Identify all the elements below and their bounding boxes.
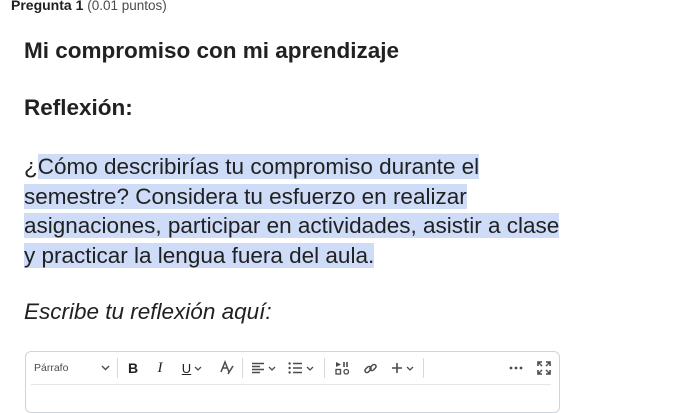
toolbar-separator <box>242 358 243 378</box>
toolbar-separator <box>423 358 424 378</box>
insert-link-button[interactable] <box>359 356 381 380</box>
italic-icon: I <box>157 359 163 376</box>
align-left-icon <box>251 362 264 374</box>
format-select-value: Párrafo <box>34 362 69 374</box>
answer-instruction: Escribe tu reflexión aquí: <box>24 299 272 324</box>
fullscreen-button[interactable] <box>533 356 555 380</box>
italic-button[interactable]: I <box>150 356 170 380</box>
chevron-down-icon <box>306 366 314 371</box>
underline-icon: U <box>181 360 192 376</box>
format-select[interactable]: Párrafo <box>30 356 114 380</box>
plus-icon <box>391 363 402 373</box>
question-subtitle: Reflexión: <box>24 95 133 120</box>
text-style-icon <box>220 360 234 375</box>
bold-button[interactable]: B <box>123 356 143 380</box>
align-button[interactable] <box>248 356 278 380</box>
prompt-lead: ¿ <box>24 154 38 179</box>
question-points: (0.01 puntos) <box>87 0 167 13</box>
insert-media-button[interactable] <box>331 356 353 380</box>
bullet-list-icon <box>288 362 302 374</box>
underline-button[interactable]: U <box>177 356 207 380</box>
chevron-down-icon <box>406 366 413 371</box>
text-style-button[interactable] <box>216 356 238 380</box>
rich-text-editor[interactable]: Párrafo B I U <box>25 351 560 413</box>
prompt-selected-text: Cómo describirías tu compromiso durante … <box>24 154 560 268</box>
question-title: Mi compromiso con mi aprendizaje <box>24 38 400 63</box>
more-options-button[interactable] <box>505 356 527 380</box>
list-button[interactable] <box>286 356 316 380</box>
question-prompt: ¿Cómo describirías tu compromiso durante… <box>24 152 564 270</box>
expand-icon <box>537 361 551 375</box>
media-insert-icon <box>334 362 349 375</box>
editor-content-divider <box>31 384 551 385</box>
chevron-down-icon <box>101 365 110 371</box>
chevron-down-icon <box>194 366 202 371</box>
more-horizontal-icon <box>509 366 523 370</box>
chevron-down-icon <box>268 366 275 371</box>
question-number: Pregunta 1 <box>11 0 84 13</box>
bold-icon: B <box>127 360 139 376</box>
link-icon <box>363 363 377 373</box>
toolbar-separator <box>324 358 325 378</box>
question-header: Pregunta 1 (0.01 puntos) <box>11 0 167 13</box>
toolbar-separator <box>117 358 118 378</box>
editor-toolbar: Párrafo B I U <box>26 352 559 383</box>
insert-more-button[interactable] <box>387 356 417 380</box>
